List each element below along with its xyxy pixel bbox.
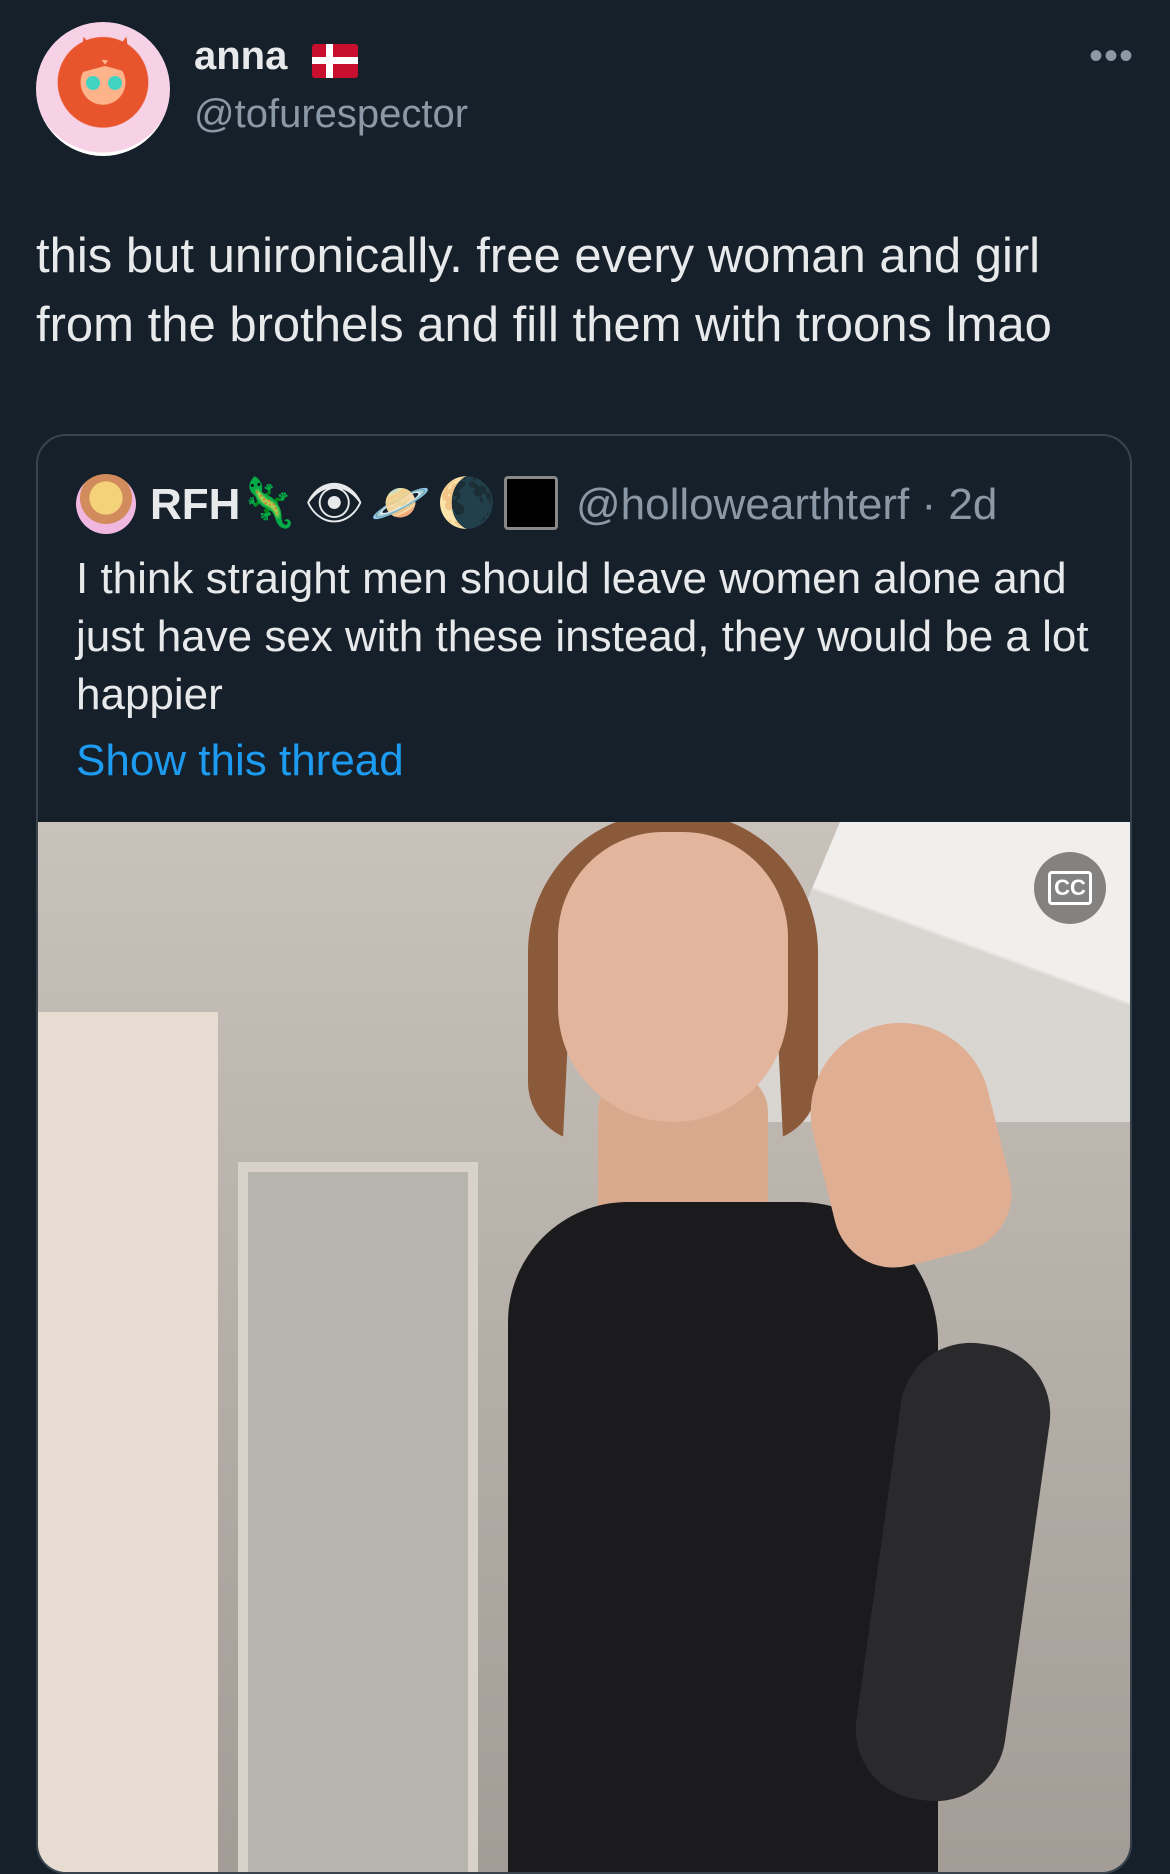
quoted-author-emojis: 🦎👁🪐🌘 bbox=[238, 477, 503, 530]
quoted-author-handle-time: @hollowearthterf · 2d bbox=[576, 480, 998, 529]
tweet-header: anna @tofurespector ••• bbox=[36, 22, 1134, 156]
video-background-wall bbox=[38, 1012, 218, 1872]
black-square-icon bbox=[504, 476, 558, 530]
video-background-door bbox=[238, 1162, 478, 1872]
tweet-text: this but unironically. free every woman … bbox=[36, 229, 1052, 352]
author-avatar[interactable] bbox=[36, 22, 170, 156]
closed-captions-label: CC bbox=[1048, 871, 1092, 905]
quoted-tweet[interactable]: RFH 🦎👁🪐🌘 @hollowearthterf · 2d I think s… bbox=[36, 434, 1132, 1874]
author-display-name[interactable]: anna bbox=[194, 34, 287, 79]
more-options-icon[interactable]: ••• bbox=[1089, 36, 1134, 76]
quoted-video[interactable]: CC bbox=[38, 822, 1130, 1872]
denmark-flag-icon bbox=[312, 44, 358, 78]
avatar-ear-right bbox=[104, 32, 140, 74]
quoted-tweet-text: I think straight men should leave women … bbox=[76, 554, 1089, 719]
avatar-eye-right bbox=[108, 76, 122, 90]
closed-captions-icon[interactable]: CC bbox=[1034, 852, 1106, 924]
video-person-head bbox=[558, 832, 788, 1122]
quoted-author-avatar bbox=[76, 474, 136, 534]
avatar-eye-left bbox=[86, 76, 100, 90]
quoted-author-display-name: RFH bbox=[150, 480, 241, 529]
show-thread-link[interactable]: Show this thread bbox=[76, 736, 404, 786]
avatar-ear-left bbox=[70, 32, 106, 74]
author-handle[interactable]: @tofurespector bbox=[194, 92, 468, 137]
